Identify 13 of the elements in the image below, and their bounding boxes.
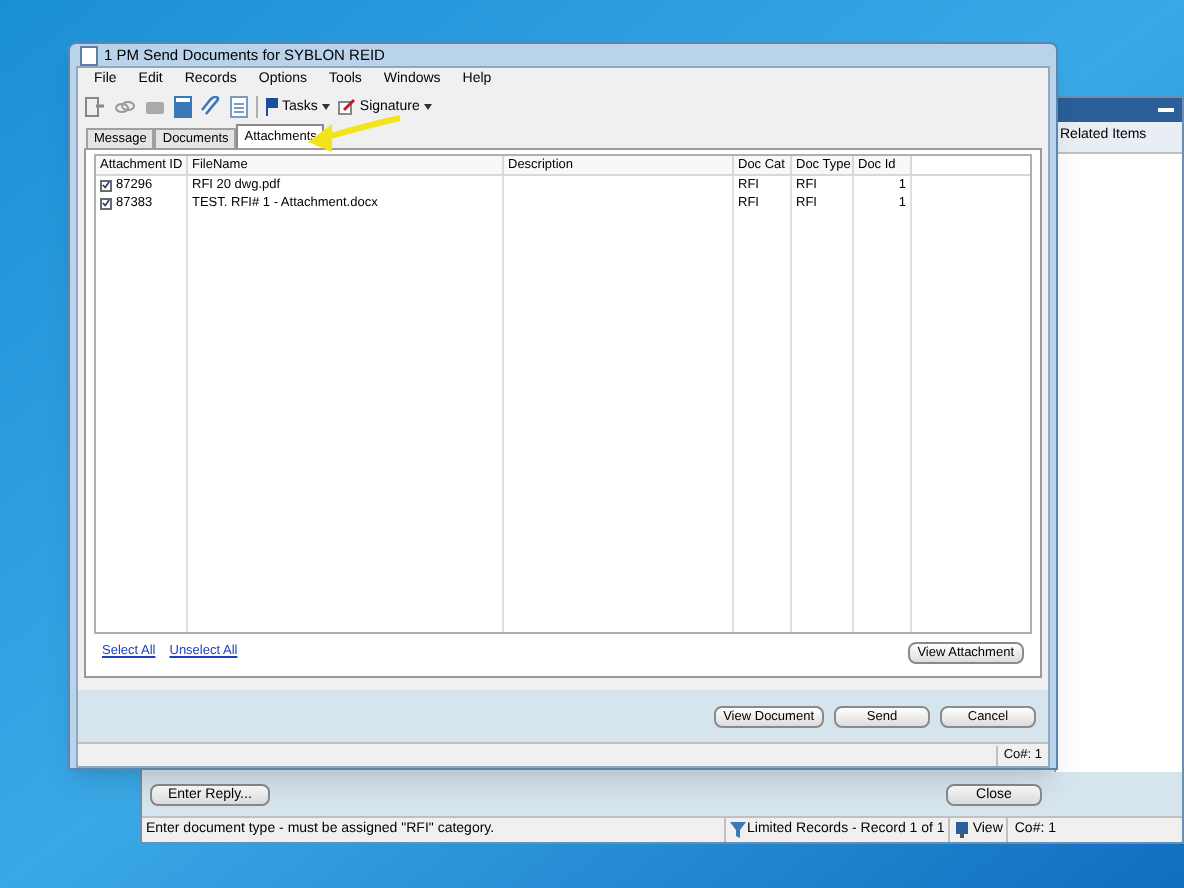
paperclip-icon[interactable] [200, 96, 222, 119]
link-icon[interactable] [114, 96, 136, 119]
dropdown-icon [321, 104, 330, 111]
export-icon[interactable] [84, 96, 106, 119]
filter-icon [729, 822, 745, 838]
dropdown-icon [423, 104, 432, 111]
monitor-icon [954, 822, 971, 838]
checkbox[interactable] [100, 179, 112, 192]
checkbox[interactable] [100, 197, 112, 210]
flag-icon [266, 98, 278, 117]
calculator-icon[interactable] [174, 96, 192, 119]
pen-icon [337, 98, 356, 117]
page-icon[interactable] [230, 96, 248, 119]
